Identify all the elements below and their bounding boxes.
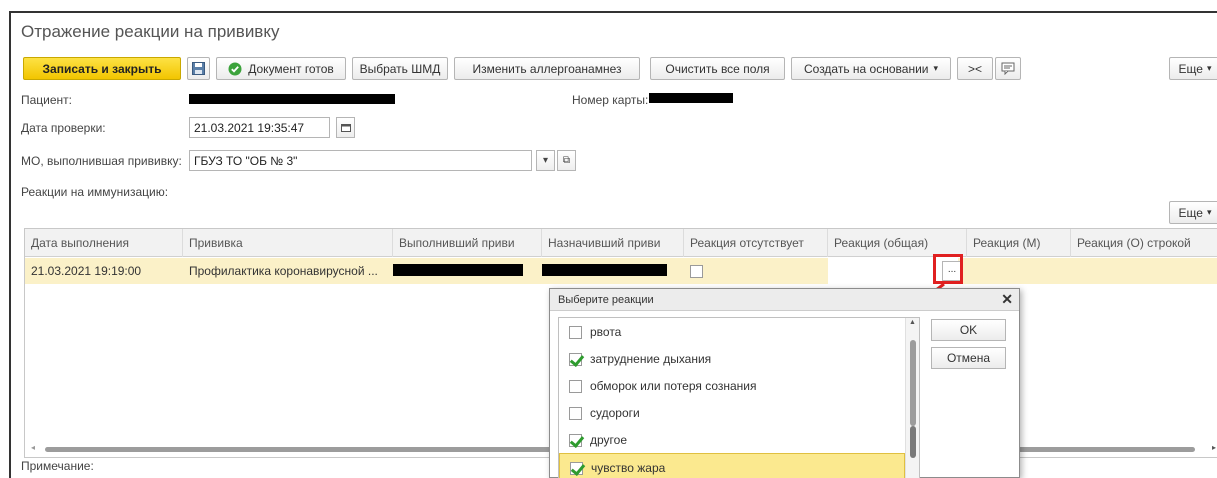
checkbox[interactable] — [569, 326, 582, 340]
dialog-title: Выберите реакции — [550, 289, 1019, 311]
list-item[interactable]: рвота — [559, 318, 905, 345]
ok-button[interactable]: OK — [931, 319, 1006, 341]
list-item[interactable]: обморок или потеря сознания — [559, 372, 905, 399]
checkbox[interactable] — [569, 407, 582, 421]
checkbox[interactable] — [569, 434, 582, 448]
list-item-selected[interactable]: чувство жара — [559, 453, 905, 478]
item-label: судороги — [590, 406, 640, 420]
reactions-list: рвота затруднение дыхания обморок или по… — [558, 317, 920, 478]
list-item[interactable]: другое — [559, 426, 905, 453]
list-vertical-scrollbar[interactable]: ▲ — [905, 318, 919, 478]
item-label: обморок или потеря сознания — [590, 379, 757, 393]
checkbox[interactable] — [569, 353, 582, 367]
scrollbar-thumb[interactable] — [910, 426, 916, 458]
checkbox[interactable] — [569, 380, 582, 394]
item-label: затруднение дыхания — [590, 352, 712, 366]
item-label: рвота — [590, 325, 622, 339]
list-item[interactable]: судороги — [559, 399, 905, 426]
checkbox[interactable] — [570, 462, 583, 476]
close-icon[interactable]: ✕ — [1001, 291, 1013, 308]
item-label: другое — [590, 433, 628, 447]
item-label: чувство жара — [591, 461, 666, 475]
scrollbar-track — [910, 340, 916, 426]
cancel-button[interactable]: Отмена — [931, 347, 1006, 369]
choose-reactions-dialog: Выберите реакции ✕ рвота затруднение дых… — [549, 288, 1020, 478]
list-item[interactable]: затруднение дыхания — [559, 345, 905, 372]
scroll-up-icon[interactable]: ▲ — [909, 319, 916, 326]
